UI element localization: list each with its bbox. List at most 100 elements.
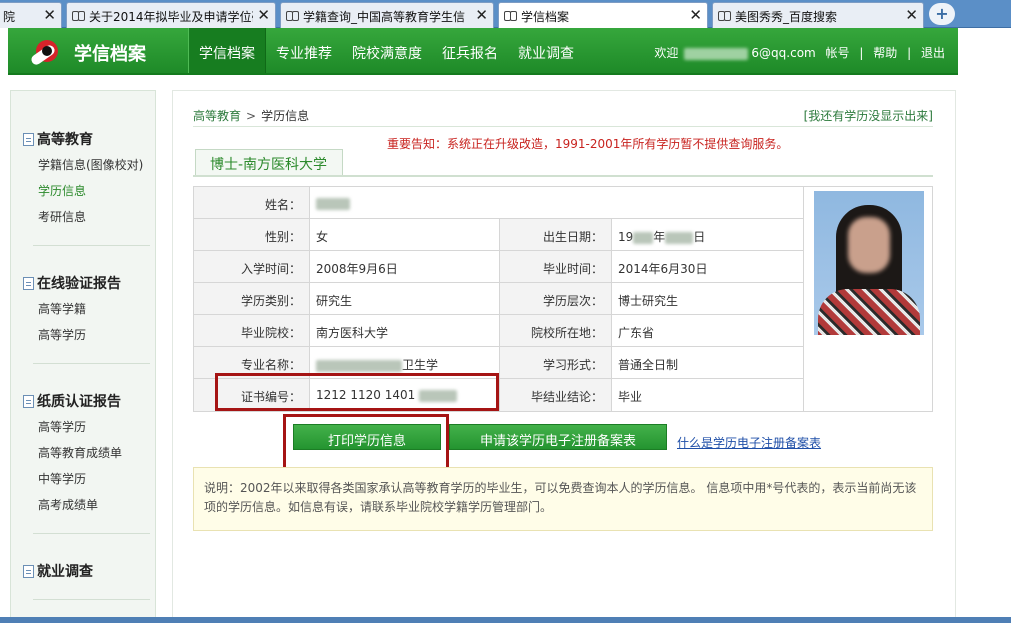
divider xyxy=(33,363,150,364)
main-panel: 高等教育 > 学历信息 [我还有学历没显示出来] 重要告知：系统正在升级改造，199… xyxy=(172,90,956,623)
close-icon[interactable]: ✕ xyxy=(43,6,56,24)
nav-item-archive[interactable]: 学信档案 xyxy=(188,28,266,73)
page-icon xyxy=(72,11,85,21)
name-label: 姓名： xyxy=(194,187,310,219)
divider xyxy=(33,533,150,534)
divider xyxy=(193,126,933,127)
category-value: 研究生 xyxy=(310,283,500,315)
welcome-text: 欢迎 xyxy=(654,46,679,60)
nav-item-satisfaction[interactable]: 院校满意度 xyxy=(342,28,432,73)
browser-tab-4[interactable]: 学信档案 ✕ xyxy=(498,2,708,28)
browser-tab-2[interactable]: 关于2014年拟毕业及申请学位研 ✕ xyxy=(66,2,276,28)
account-link[interactable]: 帐号 xyxy=(826,46,850,60)
important-notice: 重要告知：系统正在升级改造，1991-2001年所有学历暂不提供查询服务。 xyxy=(387,137,789,151)
divider: | xyxy=(907,46,912,60)
close-icon[interactable]: ✕ xyxy=(689,6,702,24)
blurred-birth-month xyxy=(665,231,694,244)
blurred-birth-year xyxy=(633,231,654,244)
nav-item-employment[interactable]: 就业调查 xyxy=(508,28,584,73)
document-icon xyxy=(23,133,34,146)
category-label: 学历类别： xyxy=(194,283,310,315)
sidebar-item-gaokao-scores[interactable]: 高考成绩单 xyxy=(38,496,98,513)
divider xyxy=(33,599,150,600)
logo-icon[interactable] xyxy=(28,36,62,68)
divider xyxy=(193,175,933,177)
page-icon xyxy=(286,11,299,21)
blurred-email xyxy=(684,47,749,60)
photo-cell xyxy=(804,187,932,411)
gender-value: 女 xyxy=(310,219,500,251)
sidebar-group-higher-edu[interactable]: 高等教育 xyxy=(23,129,93,149)
location-label: 院校所在地： xyxy=(500,315,612,347)
browser-tab-5[interactable]: 美图秀秀_百度搜索 ✕ xyxy=(712,2,924,28)
document-icon xyxy=(23,277,34,290)
main-nav: 学信档案 专业推荐 院校满意度 征兵报名 就业调查 xyxy=(188,28,584,73)
school-value: 南方医科大学 xyxy=(310,315,500,347)
sidebar-item-enrollment[interactable]: 学籍信息(图像校对) xyxy=(38,156,143,173)
close-icon[interactable]: ✕ xyxy=(905,6,918,24)
new-tab-button[interactable]: + xyxy=(929,3,955,25)
sidebar-item-paper-degree[interactable]: 高等学历 xyxy=(38,418,86,435)
sidebar-item-degree-info[interactable]: 学历信息 xyxy=(38,182,86,199)
birth-value: 19 年日 xyxy=(612,219,804,251)
tab-label: 美图秀秀_百度搜索 xyxy=(735,10,838,24)
breadcrumb: 高等教育 > 学历信息 xyxy=(193,109,310,123)
sidebar-item-exam-info[interactable]: 考研信息 xyxy=(38,208,86,225)
name-value xyxy=(310,187,804,219)
level-value: 博士研究生 xyxy=(612,283,804,315)
nav-item-major-recommend[interactable]: 专业推荐 xyxy=(266,28,342,73)
browser-tab-1[interactable]: 院 ✕ xyxy=(0,2,62,28)
tab-label: 院 xyxy=(3,10,16,24)
registration-info-link[interactable]: 什么是学历电子注册备案表 xyxy=(677,434,821,451)
sidebar-group-employment[interactable]: 就业调查 xyxy=(23,561,93,581)
print-degree-button[interactable]: 打印学历信息 xyxy=(293,424,441,450)
tab-degree-phd[interactable]: 博士-南方医科大学 xyxy=(195,149,343,175)
tab-label: 学籍查询_中国高等教育学生信 xyxy=(303,10,466,24)
sidebar-item-online-enrollment[interactable]: 高等学籍 xyxy=(38,300,86,317)
sidebar-group-online-report[interactable]: 在线验证报告 xyxy=(23,273,121,293)
blurred-name xyxy=(316,197,350,210)
student-photo xyxy=(814,191,924,335)
birth-label: 出生日期： xyxy=(500,219,612,251)
status-strip xyxy=(0,617,1011,623)
tab-label: 学信档案 xyxy=(521,10,570,24)
breadcrumb-higher-edu[interactable]: 高等教育 xyxy=(193,109,241,123)
highlight-cert-number xyxy=(215,373,499,411)
blurred-major xyxy=(316,359,402,372)
close-icon[interactable]: ✕ xyxy=(475,6,488,24)
level-label: 学历层次： xyxy=(500,283,612,315)
divider: | xyxy=(859,46,864,60)
browser-tab-3[interactable]: 学籍查询_中国高等教育学生信 ✕ xyxy=(280,2,494,28)
grad-value: 2014年6月30日 xyxy=(612,251,804,283)
sidebar-item-online-degree[interactable]: 高等学历 xyxy=(38,326,86,343)
page-icon xyxy=(504,11,517,21)
divider xyxy=(33,245,150,246)
sidebar-group-paper-report[interactable]: 纸质认证报告 xyxy=(23,391,121,411)
user-bar: 欢迎 6@qq.com 帐号 | 帮助 | 退出 xyxy=(651,44,948,61)
sidebar-item-secondary-degree[interactable]: 中等学历 xyxy=(38,470,86,487)
logout-link[interactable]: 退出 xyxy=(921,46,945,60)
grad-label: 毕业时间： xyxy=(500,251,612,283)
gender-label: 性别： xyxy=(194,219,310,251)
help-link[interactable]: 帮助 xyxy=(873,46,897,60)
location-value: 广东省 xyxy=(612,315,804,347)
tab-label: 关于2014年拟毕业及申请学位研 xyxy=(89,10,253,24)
nav-item-enlistment[interactable]: 征兵报名 xyxy=(432,28,508,73)
user-email: 6@qq.com xyxy=(751,46,816,60)
document-icon xyxy=(23,565,34,578)
document-icon xyxy=(23,395,34,408)
brand-title[interactable]: 学信档案 xyxy=(74,40,146,66)
close-icon[interactable]: ✕ xyxy=(257,6,270,24)
browser-tab-bar: 院 ✕ 关于2014年拟毕业及申请学位研 ✕ 学籍查询_中国高等教育学生信 ✕ … xyxy=(0,0,1011,28)
missing-degree-link[interactable]: [我还有学历没显示出来] xyxy=(804,107,933,124)
enroll-value: 2008年9月6日 xyxy=(310,251,500,283)
sidebar: 高等教育 学籍信息(图像校对) 学历信息 考研信息 在线验证报告 高等学籍 高等… xyxy=(10,90,156,623)
result-value: 毕业 xyxy=(612,379,804,411)
school-label: 毕业院校： xyxy=(194,315,310,347)
apply-registration-button[interactable]: 申请该学历电子注册备案表 xyxy=(449,424,667,450)
result-label: 毕结业结论： xyxy=(500,379,612,411)
sidebar-item-transcript[interactable]: 高等教育成绩单 xyxy=(38,444,122,461)
enroll-label: 入学时间： xyxy=(194,251,310,283)
explanation-note: 说明：2002年以来取得各类国家承认高等教育学历的毕业生，可以免费查询本人的学历… xyxy=(193,467,933,531)
breadcrumb-current: 学历信息 xyxy=(261,109,310,123)
